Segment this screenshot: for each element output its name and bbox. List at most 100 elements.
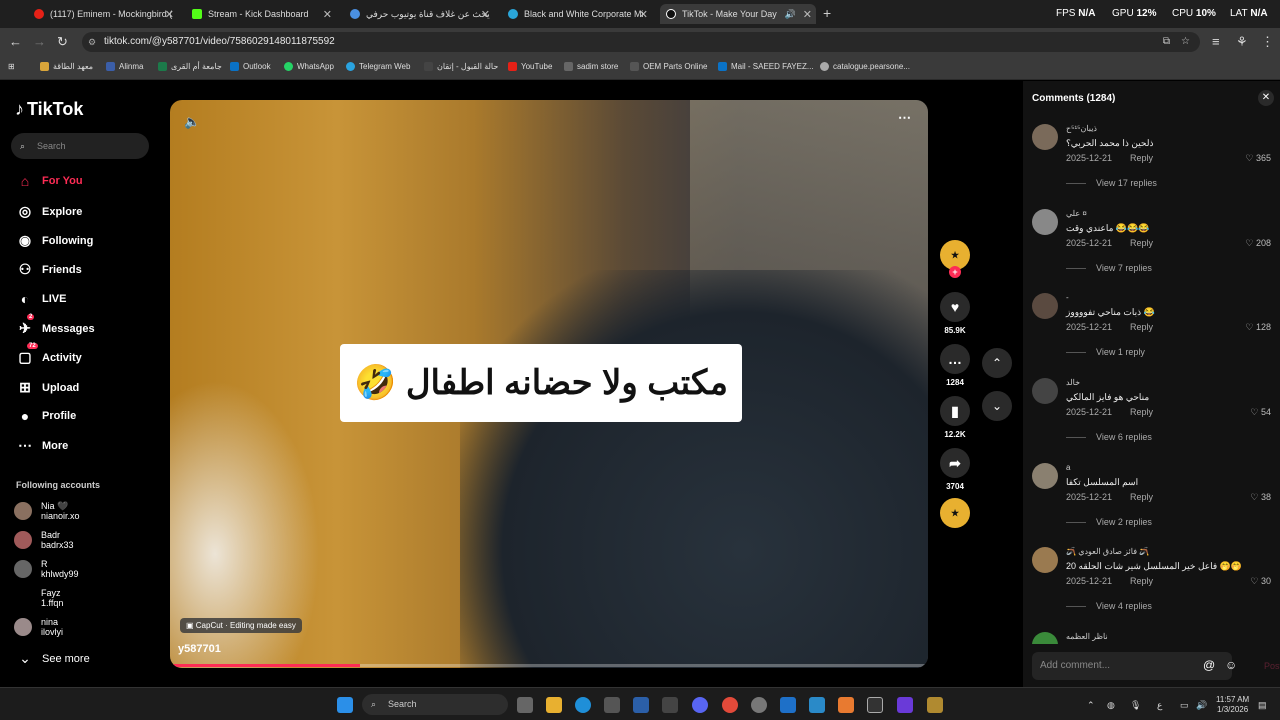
reply-button[interactable]: Reply [1130,322,1153,332]
photos-icon[interactable] [809,697,825,713]
file-explorer-icon[interactable] [546,697,562,713]
menu-icon[interactable]: ⋮ [1261,34,1274,50]
taskbar-search[interactable]: ⌕ Search [362,694,508,715]
close-tab-icon[interactable]: ✕ [803,8,812,21]
outlook-icon[interactable] [780,697,796,713]
account-item[interactable]: Nia 🖤 nianoir.xo [14,501,80,521]
epic-games-icon[interactable] [662,697,678,713]
comment-button[interactable]: … 1284 [938,344,972,387]
see-more-button[interactable]: ⌄ See more [16,650,90,667]
nav-live[interactable]: ◐ LIVE [16,291,67,307]
bookmark[interactable]: جامعة أم القرى [158,62,222,71]
avatar[interactable] [1032,547,1058,573]
tab-tiktok[interactable]: TikTok - Make Your Day 🔊 ✕ [660,4,816,24]
tray-app-icon[interactable]: ◍ [1107,700,1115,711]
add-comment-input[interactable]: Add comment... [1032,652,1232,680]
comment-like[interactable]: ♡ 208 [1245,238,1271,249]
volume-icon[interactable]: 🔈 [184,114,200,130]
avatar[interactable] [1032,293,1058,319]
reply-button[interactable]: Reply [1130,153,1153,163]
tab-canva[interactable]: Black and White Corporate Mi ✕ [502,4,652,24]
nav-upload[interactable]: ⊞ Upload [16,379,79,396]
avatar[interactable] [1032,463,1058,489]
next-video-button[interactable]: ⌄ [982,391,1012,421]
clock[interactable]: 11:57 AM 1/3/2026 [1216,695,1249,715]
chrome-icon[interactable] [722,697,738,713]
store-icon[interactable] [604,697,620,713]
bookmark-star-icon[interactable]: ☆ [1181,32,1190,52]
nav-activity[interactable]: ▢ 72 Activity [16,343,82,366]
bookmark[interactable]: Mail - SAEED FAYEZ... [718,62,814,71]
reply-button[interactable]: Reply [1130,407,1153,417]
account-item[interactable]: nina ilovlyi [14,617,63,637]
comment-like[interactable]: ♡ 365 [1245,153,1271,164]
task-view-icon[interactable] [517,697,533,713]
video-player[interactable]: 🔈 ⋯ مكتب ولا حضانه اطفال 🤣 ▣ CapCut · Ed… [170,100,928,668]
edge-icon[interactable] [575,697,591,713]
install-app-icon[interactable]: ⧉ [1163,32,1170,52]
vlc-icon[interactable] [838,697,854,713]
steam-icon[interactable] [633,697,649,713]
avatar[interactable] [1032,124,1058,150]
avatar[interactable] [1032,632,1058,644]
nav-more[interactable]: ⋯ More [16,437,68,454]
windows-start-icon[interactable] [337,697,353,713]
avatar[interactable] [1032,209,1058,235]
previous-video-button[interactable]: ⌃ [982,348,1012,378]
address-bar[interactable]: ⚙ tiktok.com/@y587701/video/758602914801… [82,32,1200,52]
apps-icon[interactable]: ⊞ [8,62,15,71]
close-tab-icon[interactable]: ✕ [165,8,174,21]
notification-icon[interactable]: ▤ [1258,700,1267,711]
app-icon[interactable] [751,697,767,713]
microphone-icon[interactable]: 🎙 [1130,700,1141,711]
nav-friends[interactable]: ⚇ Friends [16,261,82,278]
nav-following[interactable]: ◉ Following [16,232,93,249]
network-icon[interactable]: ▭ [1180,700,1189,711]
comment-like[interactable]: ♡ 54 [1250,407,1271,418]
capcut-icon[interactable] [867,697,883,713]
share-button[interactable]: ➦ 3704 [938,448,972,491]
close-tab-icon[interactable]: ✕ [639,8,648,21]
reply-button[interactable]: Reply [1130,238,1153,248]
site-info-icon[interactable]: ⚙ [88,32,96,52]
nav-messages[interactable]: ✈ 2 Messages [16,314,95,337]
close-tab-icon[interactable]: ✕ [323,8,332,21]
forward-icon[interactable]: → [33,34,46,49]
view-replies[interactable]: View 1 reply [1066,347,1145,357]
extensions-icon[interactable]: ≡ [1212,34,1220,49]
nav-for-you[interactable]: ⌂ For You [16,173,83,189]
view-replies[interactable]: View 2 replies [1066,517,1152,527]
reply-button[interactable]: Reply [1130,492,1153,502]
tab-kick[interactable]: Stream - Kick Dashboard ✕ [186,4,336,24]
account-item[interactable]: Fayz 1.ffqn [14,588,63,608]
nav-profile[interactable]: ● Profile [16,408,76,424]
bookmark[interactable]: sadim store [564,62,618,71]
video-more-icon[interactable]: ⋯ [898,110,911,126]
new-tab-button[interactable]: + [823,5,831,21]
back-icon[interactable]: ← [9,34,22,49]
reply-button[interactable]: Reply [1130,576,1153,586]
mention-icon[interactable]: @ [1203,658,1215,672]
search-input[interactable]: ⌕ Search [11,133,149,159]
tray-chevron-icon[interactable]: ⌃ [1087,700,1095,711]
tab-youtube[interactable]: (1117) Eminem - Mockingbird (✕ [28,4,178,24]
view-replies[interactable]: View 7 replies [1066,263,1152,273]
bookmark[interactable]: WhatsApp [284,62,334,71]
nav-explore[interactable]: ◎ Explore [16,203,82,220]
language-indicator[interactable]: ع [1157,700,1162,711]
tiktok-logo[interactable]: ♪ TikTok [15,99,83,120]
video-username[interactable]: y587701 [178,643,221,655]
view-replies[interactable]: View 17 replies [1066,178,1157,188]
bookmark[interactable]: Alinma [106,62,143,71]
save-button[interactable]: ▮ 12.2K [938,396,972,439]
speaker-icon[interactable]: 🔊 [785,9,796,20]
discord-icon[interactable] [692,697,708,713]
app-icon[interactable] [927,697,943,713]
follow-plus-icon[interactable]: + [949,266,961,278]
account-item[interactable]: Rkhlwdy99 [14,559,79,579]
bookmark[interactable]: حالة القبول - إتقان [424,62,498,71]
emoji-icon[interactable]: ☺ [1225,658,1237,672]
reload-icon[interactable]: ↻ [57,34,68,50]
view-replies[interactable]: View 4 replies [1066,601,1152,611]
avatar[interactable] [1032,378,1058,404]
